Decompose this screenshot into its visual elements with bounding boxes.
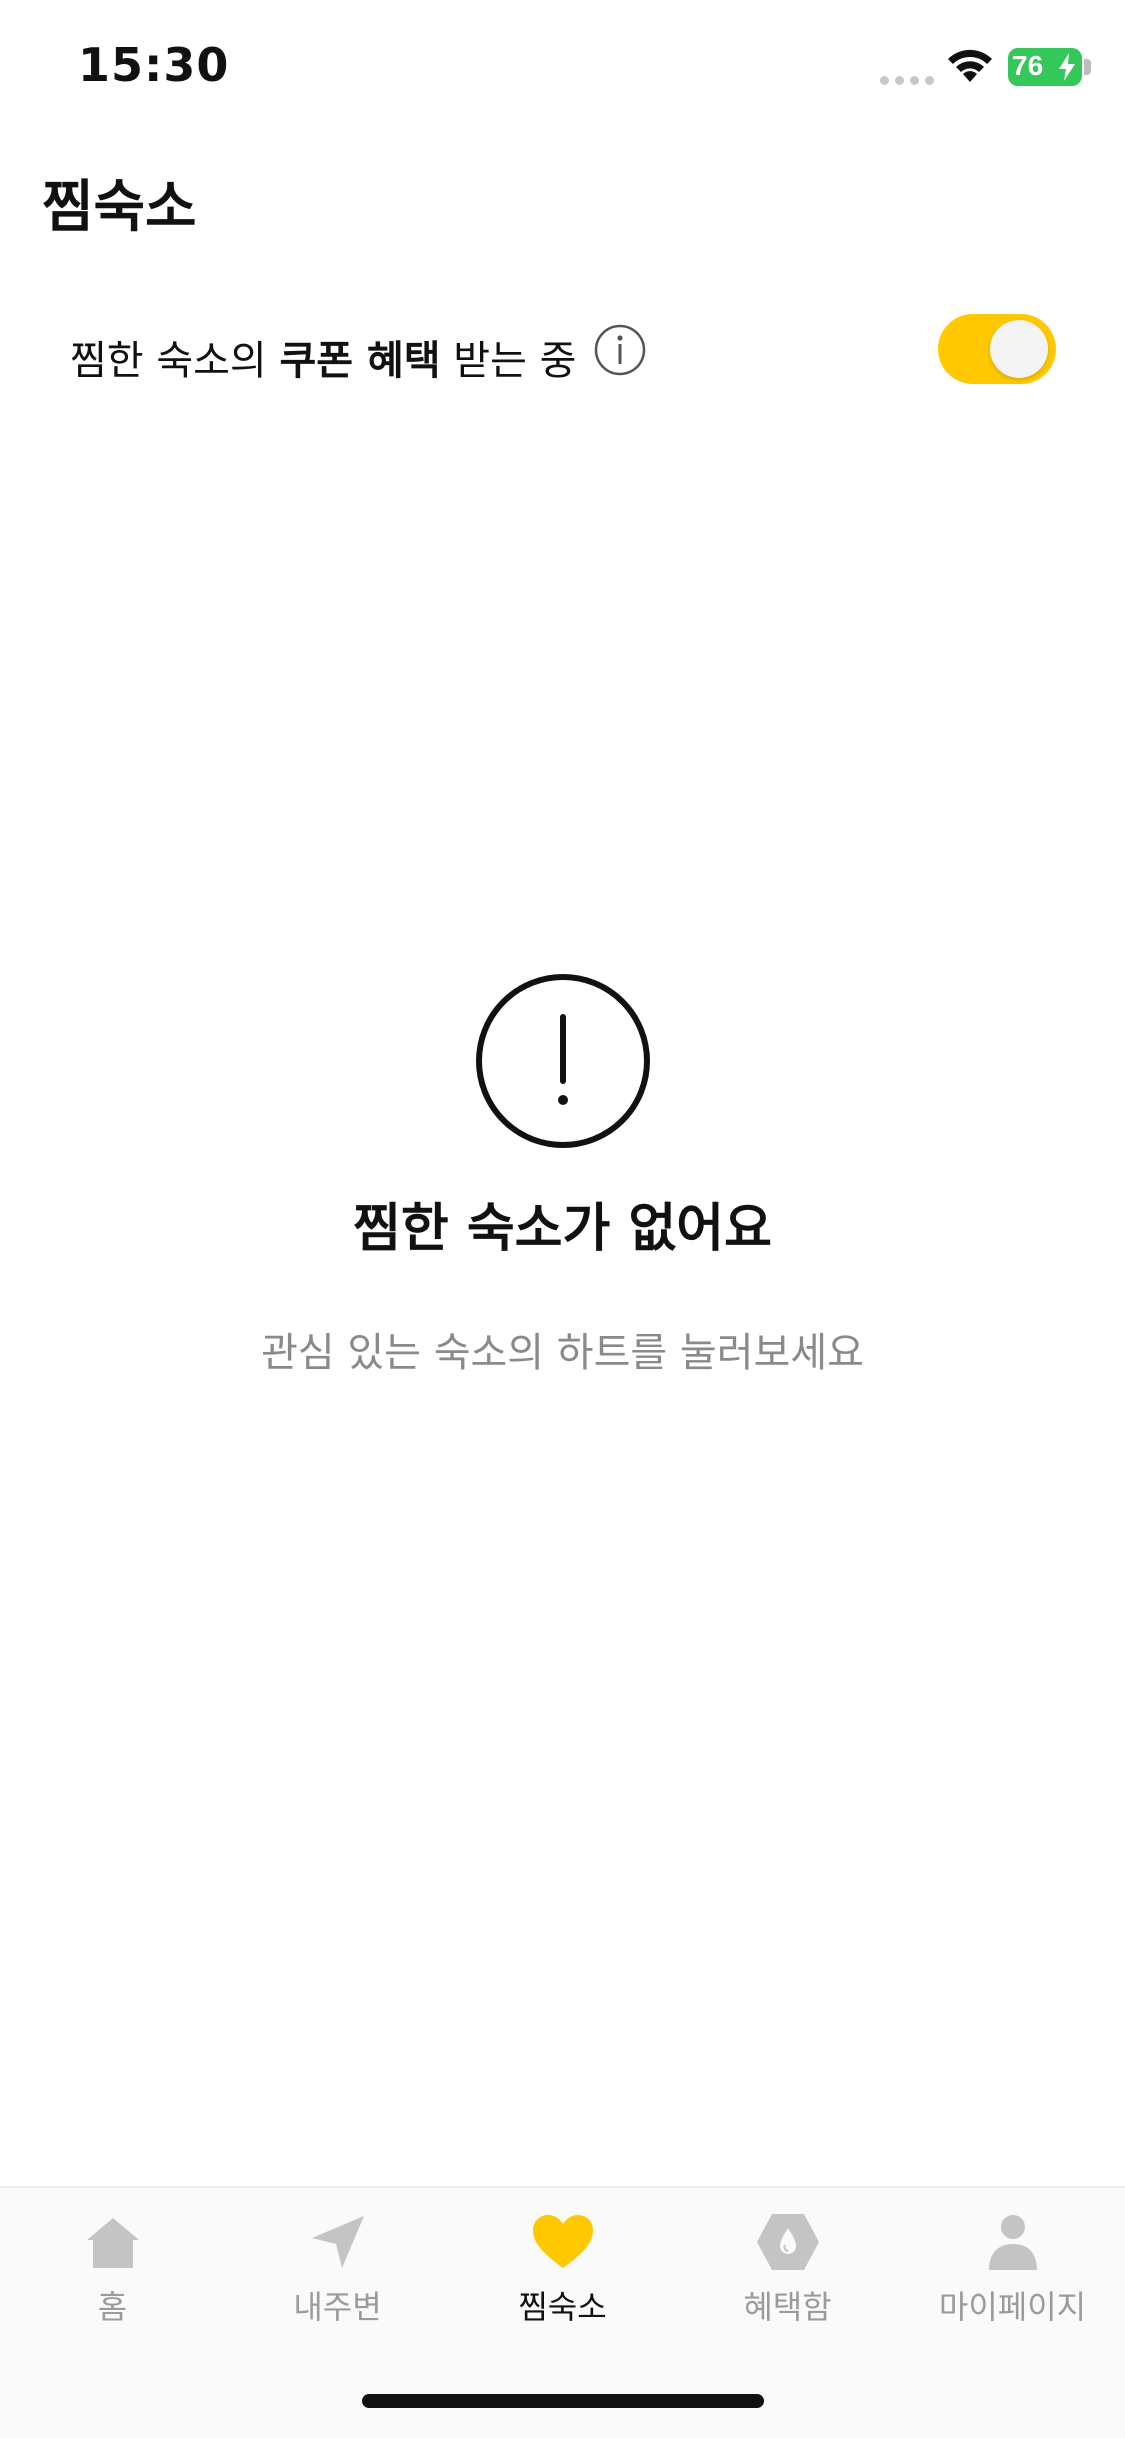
tab-benefits[interactable]: 혜택함 [675, 2212, 900, 2352]
empty-state-title: 찜한 숙소가 없어요 [353, 1199, 772, 1259]
tab-mypage[interactable]: 마이페이지 [900, 2212, 1125, 2352]
home-indicator[interactable] [362, 2394, 764, 2408]
tab-benefits-label: 혜택함 [743, 2288, 832, 2326]
home-icon [86, 2218, 139, 2268]
battery-cap [1084, 59, 1091, 75]
heart-icon [532, 2215, 593, 2268]
coupon-benefit-text: 찜한 숙소의 쿠폰 혜택 받는 중 [70, 328, 576, 386]
coupon-benefit-toggle[interactable] [938, 314, 1056, 384]
tab-nearby-label: 내주변 [293, 2288, 382, 2326]
benefit-hexagon-icon [756, 2214, 819, 2270]
toggle-knob [990, 320, 1048, 378]
tab-wishlist-label: 찜숙소 [518, 2288, 607, 2326]
coupon-text-suffix: 받는 중 [440, 338, 577, 384]
page-title: 찜숙소 [42, 175, 197, 240]
status-bar: 15:30 76 [0, 0, 1125, 140]
wifi-icon [948, 49, 992, 82]
cellular-signal-icon [880, 76, 936, 86]
info-icon[interactable] [594, 324, 646, 376]
coupon-text-prefix: 찜한 숙소의 [70, 338, 280, 384]
exclamation-circle-icon [476, 974, 650, 1148]
tab-home-label: 홈 [97, 2288, 128, 2326]
charging-bolt-icon [1059, 53, 1075, 81]
status-time: 15:30 [78, 38, 230, 92]
location-arrow-icon [311, 2216, 364, 2268]
tab-wishlist[interactable]: 찜숙소 [450, 2212, 675, 2352]
empty-state-subtitle: 관심 있는 숙소의 하트를 눌러보세요 [261, 1330, 864, 1376]
tab-mypage-label: 마이페이지 [938, 2288, 1087, 2326]
tab-home[interactable]: 홈 [0, 2212, 225, 2352]
person-icon [988, 2215, 1037, 2270]
battery-level: 76 [1012, 50, 1044, 81]
coupon-text-highlight: 쿠폰 혜택 [279, 338, 441, 384]
tab-nearby[interactable]: 내주변 [225, 2212, 450, 2352]
coupon-benefit-row: 찜한 숙소의 쿠폰 혜택 받는 중 [0, 300, 1125, 400]
